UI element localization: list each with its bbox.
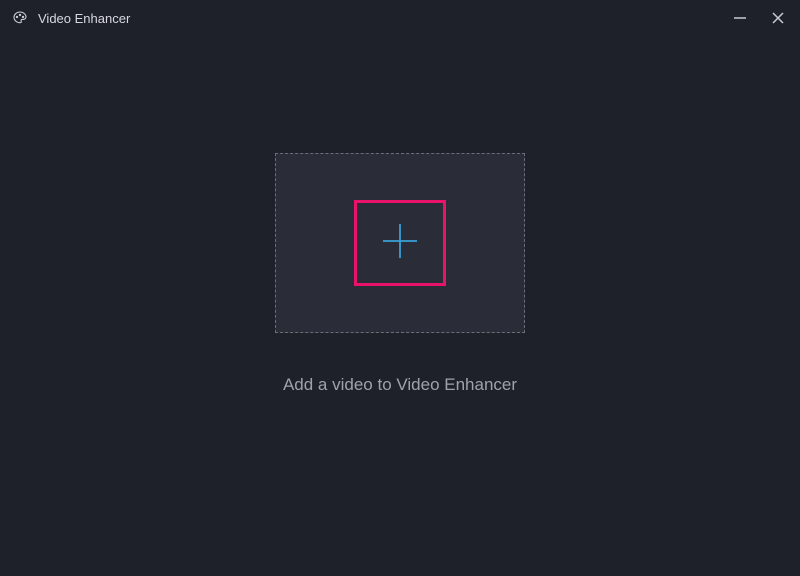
main-content: Add a video to Video Enhancer xyxy=(0,0,800,576)
dropzone-caption: Add a video to Video Enhancer xyxy=(283,375,517,395)
highlight-annotation xyxy=(354,200,446,286)
add-video-dropzone[interactable] xyxy=(275,153,525,333)
plus-icon xyxy=(377,218,423,269)
